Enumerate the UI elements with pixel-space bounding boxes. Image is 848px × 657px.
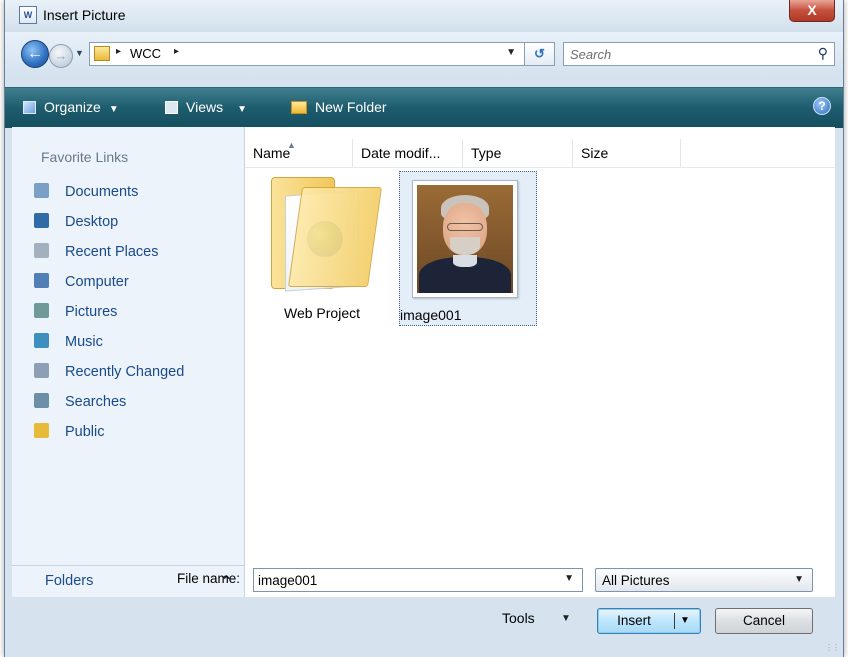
column-header-type[interactable]: Type: [463, 139, 573, 167]
column-header-date-modified[interactable]: Date modif...: [353, 139, 463, 167]
help-icon[interactable]: ?: [813, 97, 831, 115]
music-icon: [34, 333, 49, 348]
word-folder-icon: [271, 171, 383, 295]
chevron-down-icon: ▼: [237, 104, 247, 115]
folder-icon: [94, 46, 110, 61]
organize-button[interactable]: Organize ▼: [23, 99, 119, 115]
recent-pages-dropdown-icon[interactable]: ▼: [75, 48, 84, 58]
column-header-name[interactable]: ▲ Name: [245, 139, 353, 167]
nav-item-label: Computer: [65, 274, 129, 290]
chevron-down-icon[interactable]: ▼: [564, 573, 574, 584]
column-header-label: Type: [471, 145, 502, 161]
folders-label: Folders: [45, 573, 94, 589]
file-type-select[interactable]: All Pictures ▼: [595, 568, 813, 592]
organize-label: Organize: [44, 99, 101, 115]
nav-item-label: Desktop: [65, 214, 119, 230]
views-icon: [165, 101, 178, 114]
nav-item-documents[interactable]: Documents: [34, 183, 184, 213]
views-button[interactable]: Views ▼: [165, 99, 247, 115]
nav-item-recently-changed[interactable]: Recently Changed: [34, 363, 184, 393]
command-toolbar: Organize ▼ Views ▼ New Folder ?: [5, 87, 843, 128]
search-input[interactable]: [570, 45, 800, 63]
back-button[interactable]: ←: [21, 40, 49, 68]
picture-thumbnail: [412, 180, 518, 298]
insert-label: Insert: [617, 613, 651, 628]
nav-item-label: Recently Changed: [65, 364, 185, 380]
chevron-down-icon[interactable]: ▼: [680, 609, 690, 633]
resize-grip-icon[interactable]: ⋮⋮: [825, 643, 840, 652]
nav-item-desktop[interactable]: Desktop: [34, 213, 184, 243]
desktop-icon: [34, 213, 49, 228]
search-icon[interactable]: ⚲: [818, 45, 828, 62]
close-button[interactable]: X: [789, 0, 835, 22]
file-item-label: image001: [400, 307, 462, 323]
navigation-pane: Favorite Links Documents Desktop Recent …: [12, 127, 245, 565]
file-type-value: All Pictures: [602, 573, 670, 588]
nav-item-public[interactable]: Public: [34, 423, 184, 453]
new-folder-icon: [291, 101, 307, 114]
recent-places-icon: [34, 243, 49, 258]
views-label: Views: [186, 99, 224, 115]
file-name-combobox[interactable]: ▼: [253, 568, 583, 592]
chevron-down-icon[interactable]: ▼: [561, 613, 571, 624]
column-header-label: Size: [581, 145, 609, 161]
address-dropdown-icon[interactable]: ▼: [506, 47, 516, 58]
split-divider: [674, 613, 675, 629]
word-document-icon: W: [19, 6, 37, 24]
tools-button[interactable]: Tools: [502, 610, 535, 626]
file-name-label: File name:: [177, 571, 241, 586]
forward-button[interactable]: →: [49, 44, 73, 68]
organize-icon: [23, 101, 36, 114]
recently-changed-icon: [34, 363, 49, 378]
nav-item-label: Searches: [65, 394, 127, 410]
nav-item-label: Recent Places: [65, 244, 159, 260]
pictures-icon: [34, 303, 49, 318]
column-header-label: Name: [253, 145, 291, 161]
chevron-down-icon: ▼: [794, 574, 804, 585]
breadcrumb-item-wcc[interactable]: WCC: [130, 46, 161, 61]
insert-button[interactable]: Insert ▼: [597, 608, 701, 634]
column-header-size[interactable]: Size: [573, 139, 681, 167]
file-name-field[interactable]: [258, 572, 548, 588]
new-folder-label: New Folder: [315, 99, 387, 115]
nav-item-searches[interactable]: Searches: [34, 393, 184, 423]
file-item-label: Web Project: [284, 305, 360, 321]
file-list-view: ▲ Name Date modif... Type Size Web Proje…: [245, 127, 835, 597]
chevron-down-icon: ▼: [108, 104, 119, 115]
column-headers: ▲ Name Date modif... Type Size: [245, 139, 835, 168]
documents-icon: [34, 183, 49, 198]
column-header-label: Date modif...: [361, 145, 441, 161]
nav-item-recent-places[interactable]: Recent Places: [34, 243, 184, 273]
favorite-links-heading: Favorite Links: [41, 149, 129, 165]
search-box[interactable]: ⚲: [563, 42, 835, 66]
window-title: Insert Picture: [43, 7, 126, 23]
refresh-button[interactable]: ↺: [525, 42, 555, 66]
nav-item-music[interactable]: Music: [34, 333, 184, 363]
searches-icon: [34, 393, 49, 408]
nav-item-label: Pictures: [65, 304, 118, 320]
computer-icon: [34, 273, 49, 288]
breadcrumb[interactable]: ▸ WCC ▸ ▼: [89, 42, 525, 66]
file-item-image001[interactable]: image001: [399, 171, 537, 326]
nav-item-computer[interactable]: Computer: [34, 273, 184, 303]
new-folder-button[interactable]: New Folder: [291, 99, 387, 115]
nav-item-label: Music: [65, 334, 103, 350]
insert-picture-dialog: W Insert Picture X ← → ▼ ▸ WCC ▸ ▼ ↺ ⚲ O…: [4, 0, 844, 657]
cancel-button[interactable]: Cancel: [715, 608, 813, 634]
address-bar: ← → ▼ ▸ WCC ▸ ▼ ↺ ⚲: [5, 32, 843, 76]
public-folder-icon: [34, 423, 49, 438]
sort-ascending-icon: ▲: [287, 140, 296, 150]
favorite-links-list: Documents Desktop Recent Places Computer…: [34, 183, 184, 453]
nav-item-label: Public: [65, 424, 105, 440]
nav-item-pictures[interactable]: Pictures: [34, 303, 184, 333]
breadcrumb-separator-icon[interactable]: ▸: [116, 46, 121, 57]
file-item-web-project[interactable]: Web Project: [267, 171, 383, 327]
breadcrumb-separator-icon[interactable]: ▸: [174, 46, 179, 57]
title-bar: W Insert Picture X: [5, 0, 843, 32]
nav-item-label: Documents: [65, 184, 139, 200]
